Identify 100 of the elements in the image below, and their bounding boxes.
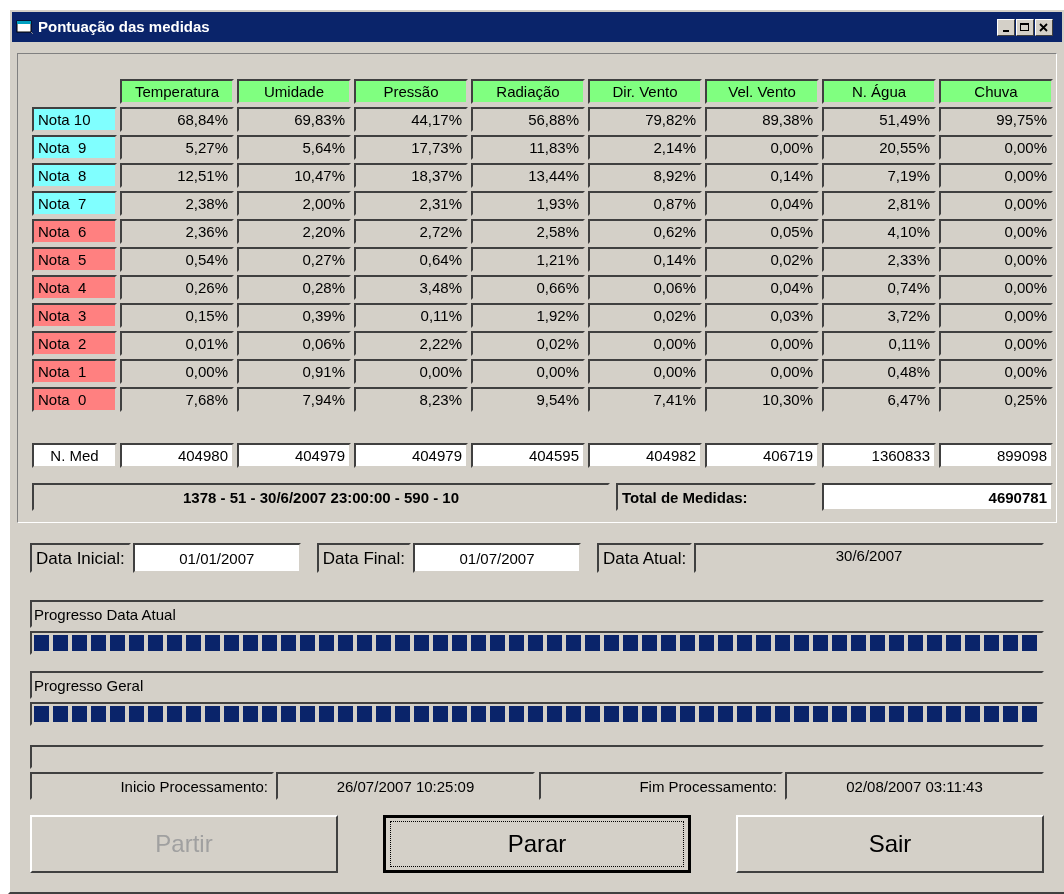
table-cell: 0,28% bbox=[237, 275, 351, 300]
table-cell: 3,72% bbox=[822, 303, 936, 328]
table-cell: 0,05% bbox=[705, 219, 819, 244]
table-cell: 12,51% bbox=[120, 163, 234, 188]
table-cell: 7,94% bbox=[237, 387, 351, 412]
table-cell: 89,38% bbox=[705, 107, 819, 132]
table-cell: 4,10% bbox=[822, 219, 936, 244]
column-header: Radiação bbox=[471, 79, 585, 104]
table-cell: 0,27% bbox=[237, 247, 351, 272]
date-field: 01/01/2007 bbox=[132, 543, 301, 573]
table-cell: 13,44% bbox=[471, 163, 585, 188]
table-cell: 0,00% bbox=[705, 135, 819, 160]
table-cell: 0,00% bbox=[939, 303, 1053, 328]
table-cell: 404979 bbox=[237, 443, 351, 468]
table-cell: 0,64% bbox=[354, 247, 468, 272]
table-cell: 9,54% bbox=[471, 387, 585, 412]
row-label: N. Med bbox=[32, 443, 117, 468]
table-cell: 0,25% bbox=[939, 387, 1053, 412]
table-cell: 0,00% bbox=[939, 219, 1053, 244]
table-cell: 68,84% bbox=[120, 107, 234, 132]
table-cell: 0,00% bbox=[939, 191, 1053, 216]
table-cell: 0,00% bbox=[939, 247, 1053, 272]
action-button[interactable]: Parar bbox=[383, 815, 691, 873]
column-header: Dir. Vento bbox=[588, 79, 702, 104]
table-cell: 404979 bbox=[354, 443, 468, 468]
date-label: Data Inicial: bbox=[30, 543, 131, 573]
row-label: Nota 1 bbox=[32, 359, 117, 384]
table-cell: 0,02% bbox=[588, 303, 702, 328]
table-cell: 0,14% bbox=[705, 163, 819, 188]
table-cell: 0,74% bbox=[822, 275, 936, 300]
column-header: N. Água bbox=[822, 79, 936, 104]
row-label: Nota 3 bbox=[32, 303, 117, 328]
row-label: Nota 6 bbox=[32, 219, 117, 244]
row-label: Nota 9 bbox=[32, 135, 117, 160]
progress-label: Progresso Data Atual bbox=[30, 600, 1044, 628]
table-cell: 0,00% bbox=[471, 359, 585, 384]
row-label: Nota 7 bbox=[32, 191, 117, 216]
table-cell: 0,39% bbox=[237, 303, 351, 328]
column-header: Vel. Vento bbox=[705, 79, 819, 104]
column-header: Temperatura bbox=[120, 79, 234, 104]
minimize-icon bbox=[1003, 29, 1009, 32]
close-button[interactable] bbox=[1035, 18, 1053, 36]
maximize-button[interactable] bbox=[1016, 18, 1034, 36]
table-cell: 1360833 bbox=[822, 443, 936, 468]
total-value: 4690781 bbox=[822, 483, 1053, 511]
table-cell: 0,15% bbox=[120, 303, 234, 328]
table-cell: 404595 bbox=[471, 443, 585, 468]
table-cell: 0,48% bbox=[822, 359, 936, 384]
date-label: Data Final: bbox=[316, 543, 412, 573]
table-cell: 10,47% bbox=[237, 163, 351, 188]
table-cell: 0,00% bbox=[705, 359, 819, 384]
processing-label: Inicio Processamento: bbox=[30, 772, 274, 800]
table-cell: 0,14% bbox=[588, 247, 702, 272]
table-cell: 2,33% bbox=[822, 247, 936, 272]
table-cell: 0,87% bbox=[588, 191, 702, 216]
processing-label: Fim Processamento: bbox=[539, 772, 783, 800]
table-cell: 2,36% bbox=[120, 219, 234, 244]
table-cell: 2,38% bbox=[120, 191, 234, 216]
date-label: Data Atual: bbox=[597, 543, 693, 573]
table-cell: 0,03% bbox=[705, 303, 819, 328]
table-cell: 7,19% bbox=[822, 163, 936, 188]
table-cell: 69,83% bbox=[237, 107, 351, 132]
table-cell: 2,22% bbox=[354, 331, 468, 356]
table-cell: 8,92% bbox=[588, 163, 702, 188]
column-header: Umidade bbox=[237, 79, 351, 104]
table-cell: 0,02% bbox=[471, 331, 585, 356]
table-cell: 0,11% bbox=[822, 331, 936, 356]
table-cell: 0,00% bbox=[588, 331, 702, 356]
action-button[interactable]: Sair bbox=[736, 815, 1044, 873]
table-cell: 2,20% bbox=[237, 219, 351, 244]
table-cell: 10,30% bbox=[705, 387, 819, 412]
date-field: 01/07/2007 bbox=[413, 543, 582, 573]
table-cell: 17,73% bbox=[354, 135, 468, 160]
maximize-icon bbox=[1020, 22, 1030, 32]
table-cell: 0,00% bbox=[939, 275, 1053, 300]
table-cell: 2,81% bbox=[822, 191, 936, 216]
table-cell: 0,00% bbox=[588, 359, 702, 384]
table-cell: 0,00% bbox=[939, 163, 1053, 188]
table-cell: 56,88% bbox=[471, 107, 585, 132]
table-cell: 3,48% bbox=[354, 275, 468, 300]
table-cell: 11,83% bbox=[471, 135, 585, 160]
table-cell: 79,82% bbox=[588, 107, 702, 132]
table-cell: 0,04% bbox=[705, 191, 819, 216]
table-cell: 18,37% bbox=[354, 163, 468, 188]
table-cell: 0,11% bbox=[354, 303, 468, 328]
table-cell: 51,49% bbox=[822, 107, 936, 132]
table-cell: 0,66% bbox=[471, 275, 585, 300]
table-cell: 0,26% bbox=[120, 275, 234, 300]
row-label: Nota 2 bbox=[32, 331, 117, 356]
table-cell: 2,31% bbox=[354, 191, 468, 216]
table-cell: 1,92% bbox=[471, 303, 585, 328]
total-label: Total de Medidas: bbox=[616, 483, 816, 511]
table-cell: 404980 bbox=[120, 443, 234, 468]
column-header: Pressão bbox=[354, 79, 468, 104]
table-cell: 0,06% bbox=[588, 275, 702, 300]
table-cell: 0,00% bbox=[120, 359, 234, 384]
table-cell: 7,68% bbox=[120, 387, 234, 412]
minimize-button[interactable] bbox=[997, 18, 1015, 36]
status-text: 1378 - 51 - 30/6/2007 23:00:00 - 590 - 10 bbox=[32, 483, 610, 511]
table-cell: 6,47% bbox=[822, 387, 936, 412]
